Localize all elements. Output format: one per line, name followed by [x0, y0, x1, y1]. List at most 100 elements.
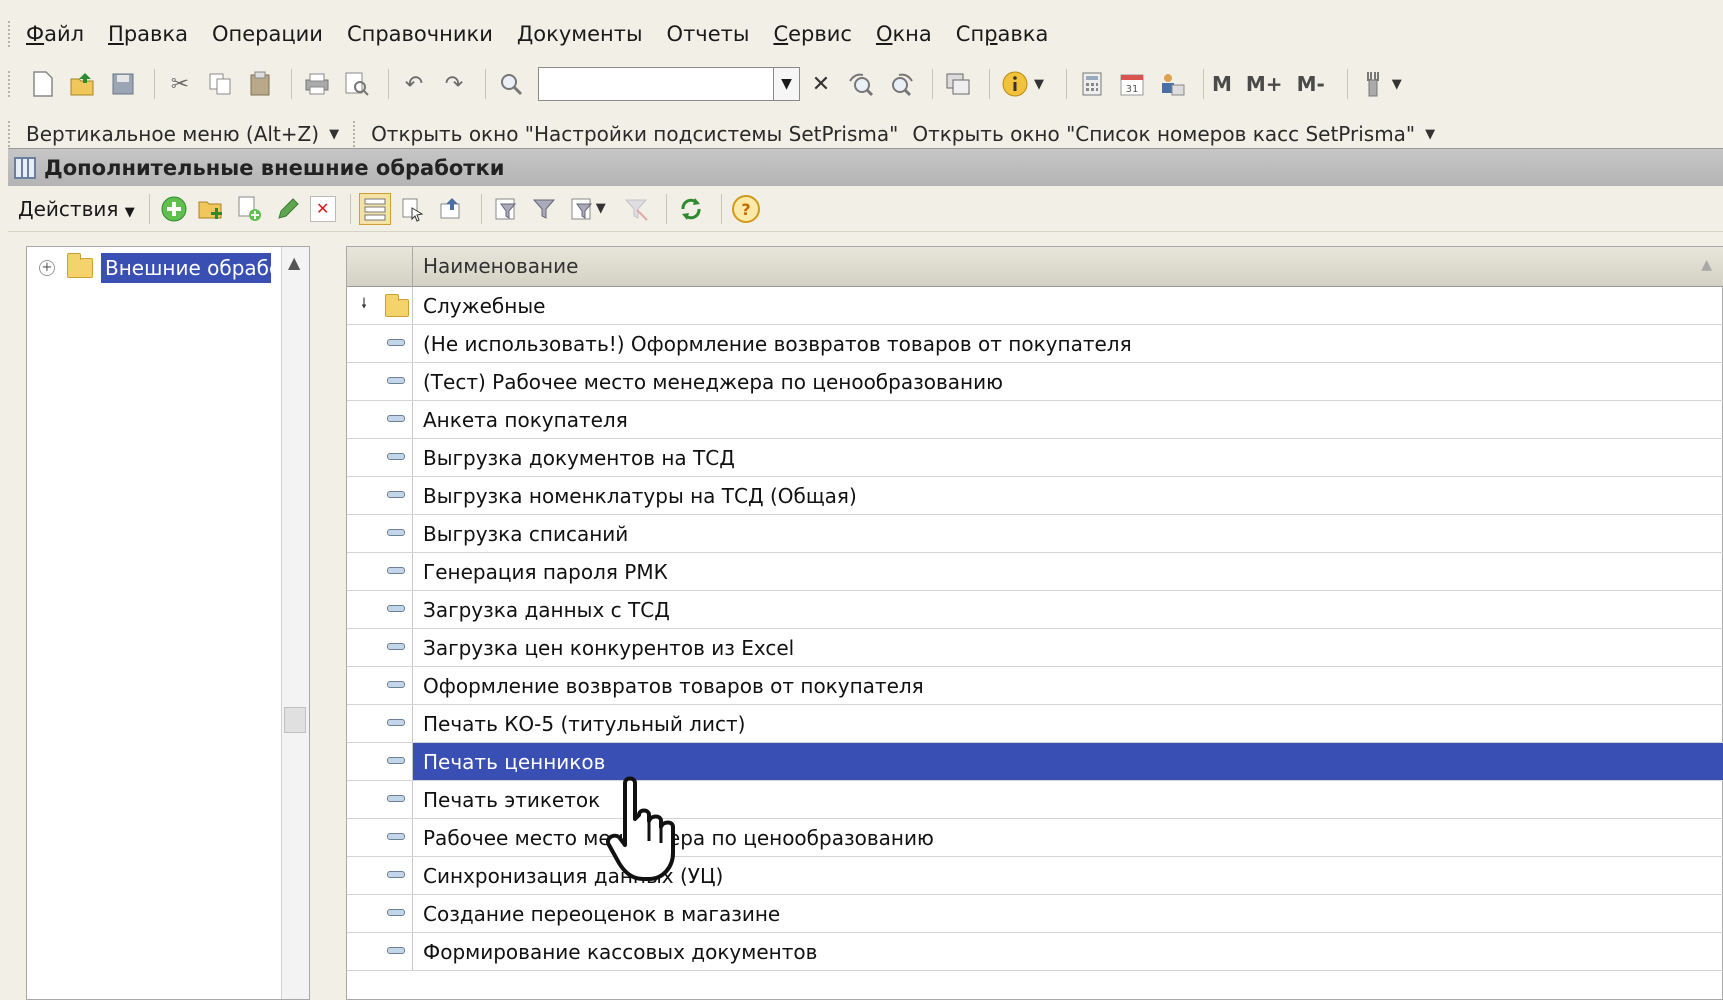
open-cash-list-button[interactable]: Открыть окно "Список номеров касс SetPri… — [912, 122, 1415, 146]
open-file-icon[interactable] — [66, 67, 100, 101]
row-gutter — [347, 781, 413, 818]
vertical-menu-button[interactable]: Вертикальное меню (Alt+Z) — [26, 122, 319, 146]
memory-minus-button[interactable]: M- — [1297, 72, 1325, 96]
memory-m-button[interactable]: M — [1212, 72, 1232, 96]
delete-icon[interactable]: ✕ — [309, 195, 336, 222]
hierarchy-view-icon[interactable] — [358, 192, 391, 225]
vertical-menu-dropdown-icon[interactable]: ▼ — [329, 127, 339, 142]
menu-help[interactable]: Справка — [956, 22, 1049, 46]
list-item[interactable]: (Тест) Рабочее место менеджера по ценооб… — [347, 363, 1723, 401]
add-group-icon[interactable] — [196, 193, 228, 225]
list-group-row[interactable]: 🠗 Служебные — [347, 287, 1723, 325]
paste-icon[interactable] — [243, 67, 277, 101]
info-icon[interactable] — [998, 67, 1032, 101]
copy-item-icon[interactable] — [234, 193, 266, 225]
groups-tree[interactable]: + Внешние обработки ▲ — [26, 246, 310, 1000]
list-action-bar: Действия ▼ ✕ ▼ ? — [8, 186, 1723, 232]
menu-edit[interactable]: Правка — [108, 22, 188, 46]
list-item[interactable]: Печать ценников — [347, 743, 1723, 781]
content-area: + Внешние обработки ▲ Наименование ▲ 🠗 — [8, 232, 1723, 1000]
find-next-icon[interactable] — [844, 67, 878, 101]
find-previous-icon[interactable] — [884, 67, 918, 101]
list-item[interactable]: Формирование кассовых документов — [347, 933, 1723, 971]
processing-item-icon — [387, 529, 405, 536]
print-preview-icon[interactable] — [340, 67, 374, 101]
edit-icon[interactable] — [272, 193, 304, 225]
processing-item-icon — [387, 339, 405, 346]
menu-catalogs[interactable]: Справочники — [347, 22, 493, 46]
quickbar-grip[interactable] — [8, 121, 12, 147]
search-dropdown-icon[interactable]: ▼ — [774, 67, 800, 101]
calendar-icon[interactable]: 31 — [1115, 67, 1149, 101]
list-item[interactable]: Загрузка цен конкурентов из Excel — [347, 629, 1723, 667]
actions-menu-button[interactable]: Действия ▼ — [18, 197, 135, 221]
list-item[interactable]: Анкета покупателя — [347, 401, 1723, 439]
tree-item-root[interactable]: + Внешние обработки — [39, 251, 271, 285]
group-arrow-icon[interactable]: 🠗 — [361, 293, 367, 317]
filter-by-value-icon[interactable] — [528, 193, 560, 225]
search-icon[interactable] — [494, 67, 528, 101]
search-input[interactable] — [538, 67, 774, 101]
list-item[interactable]: Печать этикеток — [347, 781, 1723, 819]
menu-windows[interactable]: Окна — [876, 22, 932, 46]
quickbar-grip[interactable] — [353, 121, 357, 147]
processing-item-icon — [387, 795, 405, 802]
list-item[interactable]: Выгрузка номенклатуры на ТСД (Общая) — [347, 477, 1723, 515]
row-gutter — [347, 667, 413, 704]
tools-dropdown-icon[interactable]: ▼ — [1392, 77, 1402, 92]
memory-plus-button[interactable]: M+ — [1246, 72, 1283, 96]
list-item[interactable]: Оформление возвратов товаров от покупате… — [347, 667, 1723, 705]
menu-operations[interactable]: Операции — [212, 22, 323, 46]
level-up-icon[interactable] — [435, 193, 467, 225]
quickbar-dropdown-icon[interactable]: ▼ — [1425, 127, 1435, 142]
list-item[interactable]: (Не использовать!) Оформление возвратов … — [347, 325, 1723, 363]
menu-service[interactable]: Сервис — [773, 22, 852, 46]
open-settings-button[interactable]: Открыть окно "Настройки подсистемы SetPr… — [371, 122, 898, 146]
menu-grip[interactable] — [8, 21, 12, 47]
toolbar-separator — [154, 69, 155, 99]
move-to-group-icon[interactable] — [397, 193, 429, 225]
info-dropdown-icon[interactable]: ▼ — [1034, 77, 1044, 92]
menu-file[interactable]: Файл — [26, 22, 84, 46]
list-item[interactable]: Создание переоценок в магазине — [347, 895, 1723, 933]
list-item[interactable]: Печать КО-5 (титульный лист) — [347, 705, 1723, 743]
tools-icon[interactable] — [1356, 67, 1390, 101]
clear-search-icon[interactable]: ✕ — [804, 67, 838, 101]
expand-icon[interactable]: + — [39, 260, 55, 276]
row-gutter — [347, 401, 413, 438]
add-icon[interactable] — [158, 193, 190, 225]
new-document-icon[interactable] — [26, 67, 60, 101]
calculator-icon[interactable] — [1075, 67, 1109, 101]
scroll-up-icon[interactable]: ▲ — [288, 253, 300, 272]
cut-icon[interactable]: ✂ — [163, 67, 197, 101]
menu-documents[interactable]: Документы — [517, 22, 643, 46]
row-label: Служебные — [423, 294, 546, 318]
help-icon[interactable]: ? — [730, 193, 762, 225]
windows-icon[interactable] — [941, 67, 975, 101]
save-icon[interactable] — [106, 67, 140, 101]
list-item[interactable]: Генерация пароля РМК — [347, 553, 1723, 591]
menu-reports[interactable]: Отчеты — [667, 22, 750, 46]
refresh-icon[interactable] — [675, 193, 707, 225]
toolbar-grip[interactable] — [8, 71, 12, 97]
list-item[interactable]: Выгрузка документов на ТСД — [347, 439, 1723, 477]
filter-history-dropdown-icon[interactable]: ▼ — [596, 201, 606, 216]
filter-history-icon[interactable] — [566, 193, 598, 225]
column-header-name[interactable]: Наименование — [423, 254, 578, 278]
print-icon[interactable] — [300, 67, 334, 101]
list-item[interactable]: Выгрузка списаний — [347, 515, 1723, 553]
tree-scrollbar[interactable]: ▲ — [281, 247, 309, 999]
clear-filter-icon[interactable] — [620, 193, 652, 225]
toolbar-separator — [932, 69, 933, 99]
copy-icon[interactable] — [203, 67, 237, 101]
list-item[interactable]: Рабочее место менеджера по ценообразован… — [347, 819, 1723, 857]
list-item[interactable]: Загрузка данных с ТСД — [347, 591, 1723, 629]
scroll-thumb[interactable] — [284, 707, 306, 733]
redo-icon[interactable]: ↷ — [437, 67, 471, 101]
filter-icon[interactable] — [490, 193, 522, 225]
row-gutter — [347, 743, 413, 780]
list-item[interactable]: Синхронизация данных (УЦ) — [347, 857, 1723, 895]
users-icon[interactable] — [1155, 67, 1189, 101]
undo-icon[interactable]: ↶ — [397, 67, 431, 101]
processing-list[interactable]: Наименование ▲ 🠗 Служебные (Не использов… — [346, 246, 1723, 1000]
